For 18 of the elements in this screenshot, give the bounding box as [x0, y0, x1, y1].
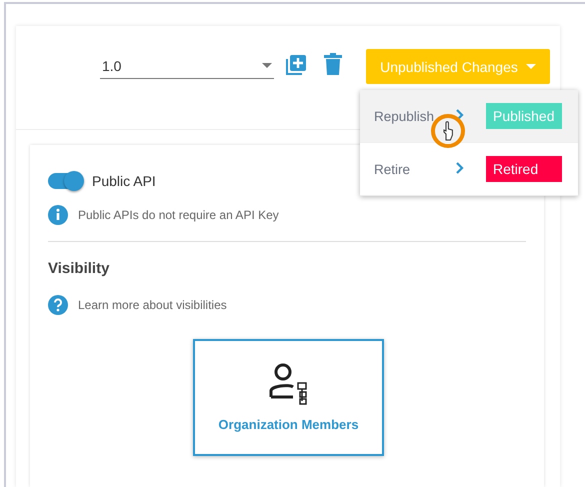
add-copy-icon[interactable] — [284, 53, 308, 77]
person-hierarchy-icon — [268, 363, 308, 407]
info-text: Public APIs do not require an API Key — [78, 208, 279, 222]
status-badge: Retired — [486, 156, 562, 182]
status-badge: Published — [486, 103, 562, 129]
toggle-switch[interactable] — [48, 173, 82, 189]
visibility-option[interactable]: Organization Members — [193, 339, 384, 456]
menu-item[interactable]: Republish Published — [360, 90, 578, 143]
chevron-right-icon — [456, 108, 464, 120]
menu-item[interactable]: Retire Retired — [360, 143, 578, 196]
public-api-label: Public API — [92, 173, 156, 189]
info-icon — [48, 205, 68, 225]
chevron-right-icon — [456, 162, 464, 174]
help-link[interactable]: Learn more about visibilities — [78, 298, 227, 312]
section-heading: Visibility — [48, 260, 110, 277]
version-select[interactable]: 1.0 — [100, 53, 274, 79]
help-icon[interactable] — [48, 295, 68, 315]
trash-icon[interactable] — [324, 53, 342, 75]
